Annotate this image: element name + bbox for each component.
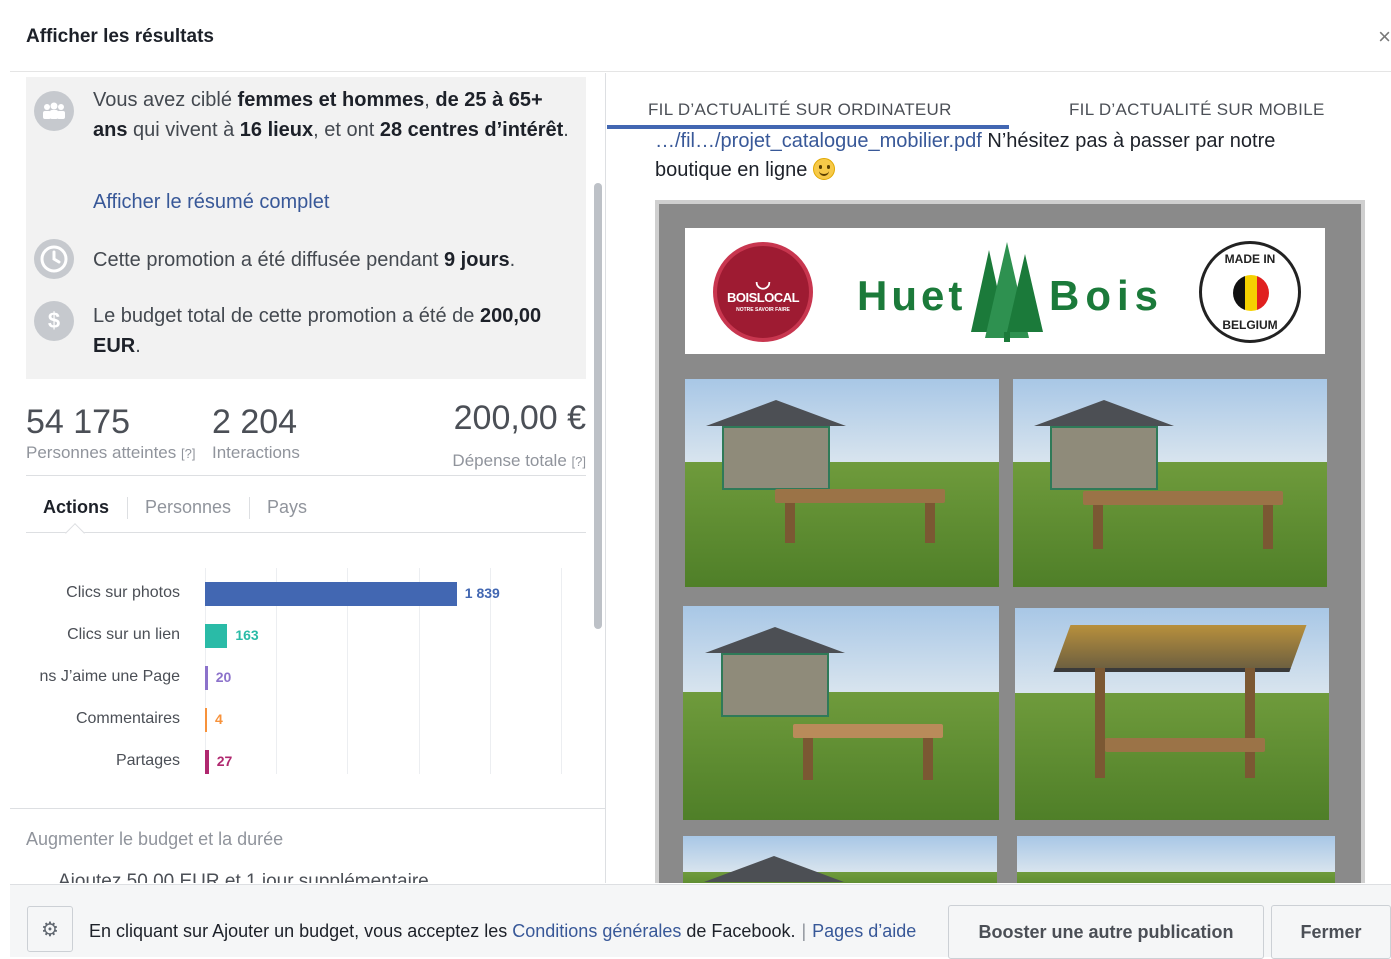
interactions-label: Interactions <box>212 443 300 462</box>
breakdown-tabs: Actions Personnes Pays <box>26 481 586 543</box>
bar-label: Commentaires <box>75 710 180 727</box>
garden-photo <box>1017 836 1335 883</box>
help-icon[interactable]: [?] <box>181 446 195 461</box>
tab-divider <box>127 497 128 519</box>
duration-text: Cette promotion a été diffusée pendant 9… <box>93 249 516 271</box>
tab-countries[interactable]: Pays <box>267 497 307 518</box>
brand-name-huet: Huet <box>857 272 967 319</box>
bar[interactable] <box>205 624 228 648</box>
modal-footer: ⚙ En cliquant sur Ajouter un budget, vou… <box>10 884 1391 959</box>
active-tab-caret <box>65 523 85 543</box>
audience-text: Vous avez ciblé femmes et hommes, de 25 … <box>93 89 569 141</box>
bar-label: ns J’aime une Page <box>39 668 180 685</box>
bar-label: Clics sur photos <box>66 584 180 601</box>
bar-value-label: 4 <box>215 711 223 727</box>
people-icon <box>34 91 74 131</box>
garden-photo <box>1015 608 1329 820</box>
catalog-image[interactable]: ◡ BOISLOCAL NOTRE SAVOIR FAIRE Huet Bois… <box>655 200 1365 883</box>
spend-label: Dépense totale [?] <box>452 451 586 470</box>
terms-link[interactable]: Conditions générales <box>512 921 681 941</box>
bar[interactable] <box>205 708 207 732</box>
dollar-icon: $ <box>34 301 74 341</box>
garden-photo <box>685 379 999 587</box>
close-button[interactable]: Fermer <box>1271 905 1391 959</box>
belgium-flag-icon <box>1233 275 1269 311</box>
garden-photo <box>1013 379 1327 587</box>
budget-title: Augmenter le budget et la durée <box>26 829 284 849</box>
post-text: …/fil…/projet_catalogue_mobilier.pdf N’h… <box>655 130 1276 181</box>
spend-value: 200,00 € <box>453 399 586 437</box>
boislocal-logo: ◡ BOISLOCAL NOTRE SAVOIR FAIRE <box>713 242 813 342</box>
results-modal: Afficher les résultats × Vous avez ciblé… <box>10 8 1391 957</box>
budget-section: Augmenter le budget et la durée Ajoutez … <box>10 808 605 883</box>
actions-bar-chart: Clics sur photos 1 839 Clics sur un lien 16… <box>10 558 605 788</box>
bar-value-label: 1 839 <box>464 585 500 601</box>
bar[interactable] <box>205 666 208 690</box>
settings-button[interactable]: ⚙ <box>27 906 73 952</box>
brand-name-bois: Bois <box>1049 272 1165 319</box>
reach-value: 54 175 <box>26 403 130 441</box>
gear-icon: ⚙ <box>41 918 59 941</box>
garden-photo <box>683 606 999 820</box>
smiley-icon <box>812 158 835 180</box>
results-panel: Vous avez ciblé femmes et hommes, de 25 … <box>10 73 606 883</box>
tab-divider <box>249 497 250 519</box>
clock-icon <box>34 239 74 279</box>
chart-gridline <box>561 568 562 774</box>
boost-another-post-button[interactable]: Booster une autre publication <box>948 905 1264 959</box>
help-icon[interactable]: [?] <box>572 454 586 469</box>
bar-label: Partages <box>115 752 180 769</box>
tab-people[interactable]: Personnes <box>145 497 231 518</box>
preview-panel: FIL D’ACTUALITÉ SUR ORDINATEUR FIL D’ACT… <box>607 73 1391 883</box>
made-in-belgium-badge: MADE IN BELGIUM <box>1199 241 1301 343</box>
close-icon[interactable]: × <box>1378 24 1391 50</box>
help-pages-link[interactable]: Pages d’aide <box>812 921 916 941</box>
modal-header: Afficher les résultats × <box>10 8 1391 72</box>
bar-value-label: 27 <box>216 753 233 769</box>
bar[interactable] <box>205 750 209 774</box>
garden-photo <box>683 836 997 883</box>
reach-label: Personnes atteintes [?] <box>26 443 196 462</box>
modal-title: Afficher les résultats <box>26 26 214 47</box>
targeting-summary: Vous avez ciblé femmes et hommes, de 25 … <box>26 77 586 379</box>
bar[interactable] <box>205 582 457 606</box>
bar-label: Clics sur un lien <box>67 626 180 643</box>
brand-banner: ◡ BOISLOCAL NOTRE SAVOIR FAIRE Huet Bois… <box>685 228 1325 354</box>
footer-text: En cliquant sur Ajouter un budget, vous … <box>89 921 917 941</box>
interactions-value: 2 204 <box>212 403 298 441</box>
bar-value-label: 20 <box>215 669 232 685</box>
full-summary-link[interactable]: Afficher le résumé complet <box>93 191 329 214</box>
tab-actions[interactable]: Actions <box>43 497 109 518</box>
scrollbar[interactable] <box>594 183 602 629</box>
trees-icon <box>971 242 1043 342</box>
stats-row: 54 175 Personnes atteintes [?] 2 204 Int… <box>26 399 586 476</box>
bar-value-label: 163 <box>235 627 259 643</box>
tab-desktop-feed[interactable]: FIL D’ACTUALITÉ SUR ORDINATEUR <box>648 100 952 120</box>
tab-mobile-feed[interactable]: FIL D’ACTUALITÉ SUR MOBILE <box>1069 100 1325 120</box>
budget-text: Le budget total de cette promotion a été… <box>93 305 542 357</box>
budget-option[interactable]: Ajoutez 50,00 EUR et 1 jour supplémentai… <box>58 871 429 883</box>
catalog-link[interactable]: …/fil…/projet_catalogue_mobilier.pdf <box>655 130 982 152</box>
